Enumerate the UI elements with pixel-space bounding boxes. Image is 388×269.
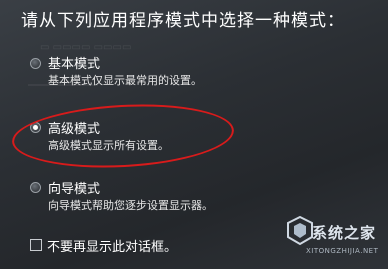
dialog-prompt: 请从下列应用程序模式中选择一种模式： bbox=[21, 11, 345, 31]
radio-option-basic[interactable]: 基本模式 基本模式仅显示最常用的设置。 bbox=[20, 50, 240, 90]
option-description-basic: 基本模式仅显示最常用的设置。 bbox=[48, 74, 202, 87]
option-title-wizard: 向导模式 bbox=[48, 182, 101, 197]
red-highlight-ellipse bbox=[10, 99, 236, 173]
dont-show-again-label[interactable]: 不要再显示此对话框。 bbox=[47, 236, 177, 255]
watermark-url: XITONGZHIJIA.NET bbox=[306, 247, 379, 255]
watermark-logo-icon bbox=[287, 216, 313, 246]
option-title-basic: 基本模式 bbox=[48, 57, 101, 72]
watermark-name: 系统之家 bbox=[312, 224, 377, 242]
radio-button-wizard[interactable] bbox=[30, 182, 41, 193]
option-description-wizard: 向导模式帮助您逐步设置显示器。 bbox=[48, 199, 213, 212]
dont-show-again-checkbox[interactable] bbox=[30, 239, 42, 251]
radio-option-wizard[interactable]: 向导模式 向导模式帮助您逐步设置显示器。 bbox=[20, 176, 260, 216]
radio-button-basic[interactable] bbox=[30, 58, 41, 69]
